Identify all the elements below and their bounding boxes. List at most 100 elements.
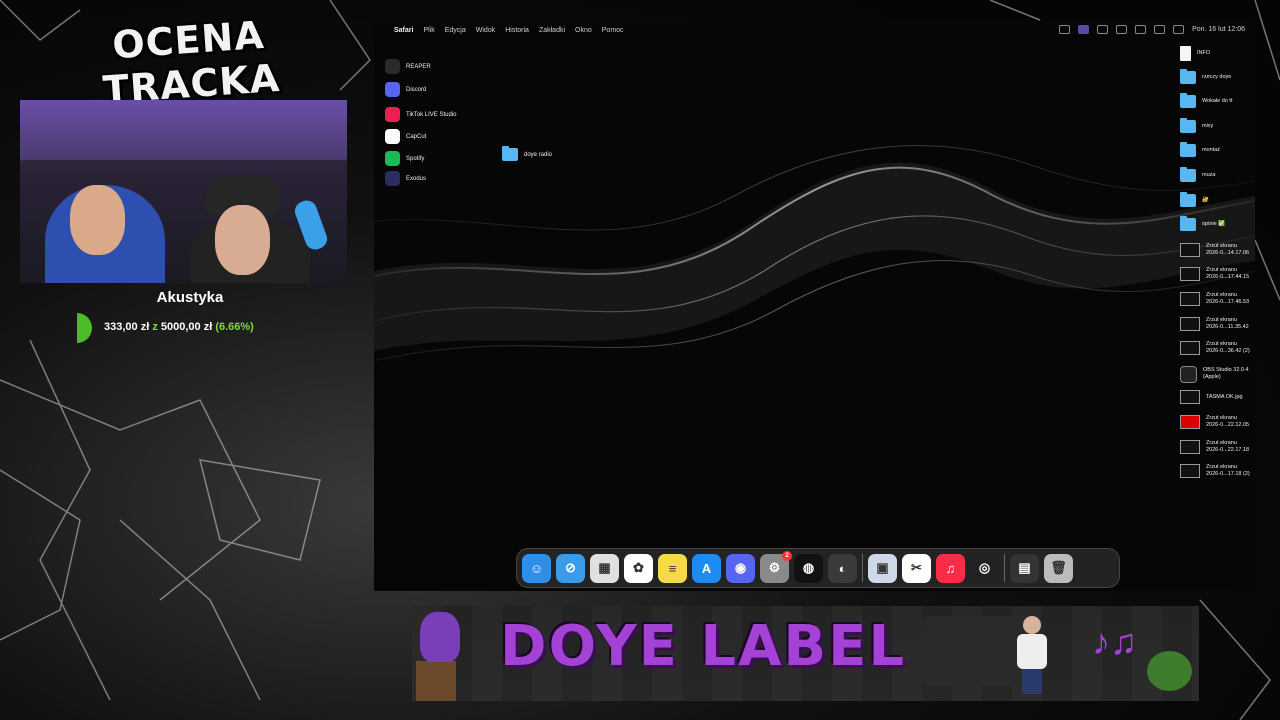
desktop-right-item[interactable]: Zrzut ekranu 2026-0...11.35.42 [1180, 316, 1249, 331]
obs-icon [1180, 365, 1197, 383]
mac-desktop-capture: Safari Plik Edycja Widok Historia Zakład… [374, 21, 1255, 591]
desktop-right-item[interactable]: 🔐 [1180, 191, 1209, 207]
desktop-item-label: Zrzut ekranu 2026-0...17.46.53 [1206, 292, 1250, 305]
banner-title: DOYE LABEL [500, 614, 907, 679]
desktop-item-label: Zrzut ekranu 2026-0...17.18 (2) [1206, 464, 1250, 478]
desktop-right-item[interactable]: Zrzut ekranu 2026-0...22.17.18 [1180, 439, 1250, 454]
desktop-app-0[interactable]: REAPER [385, 59, 431, 74]
notes-icon[interactable]: ≡ [658, 553, 687, 583]
spotify-icon [385, 151, 400, 166]
desktop-app-label: CapCut [406, 133, 427, 140]
desktop-right-item[interactable]: rzeczy doye [1180, 68, 1231, 84]
folder-icon [1180, 216, 1196, 232]
goal-target: 5000,00 zł [160, 321, 213, 333]
desktop-item-label: Wokale do tt [1202, 98, 1233, 105]
goal-separator: z [152, 321, 158, 333]
discord-icon[interactable]: ◉ [726, 553, 755, 583]
status-icon[interactable] [1059, 25, 1071, 34]
dock: ☺ ⊘ ▦ ✿ ≡ A ◉ ⚙ 2 ◍ ◐ ▣ ✂ ♫ ◎ ▤ 🗑 [516, 548, 1120, 588]
goal-percent: (6.66%) [215, 321, 254, 333]
folder-icon [1180, 142, 1196, 158]
banner-car [922, 616, 1032, 686]
desktop-item-label: Zrzut ekranu 2026-0...22.12.05 [1206, 415, 1250, 428]
menu-item-edycja[interactable]: Edycja [445, 27, 466, 34]
exodus-icon [385, 171, 400, 186]
menu-item-zakladki[interactable]: Zakładki [539, 27, 565, 34]
desktop-folder-label: doye radio [524, 151, 553, 158]
search-icon[interactable] [1154, 25, 1166, 34]
volume-icon[interactable] [1097, 25, 1109, 34]
menu-item-okno[interactable]: Okno [575, 27, 592, 34]
capcut-icon[interactable]: ✂ [902, 553, 931, 583]
menu-item-pomoc[interactable]: Pomoc [602, 27, 624, 34]
goal-current: 333,00 zł [104, 321, 150, 333]
obs-icon[interactable]: ◎ [970, 553, 999, 583]
downloads-icon[interactable]: ▤ [1010, 553, 1039, 583]
webcam-feed [20, 100, 347, 283]
desktop-right-item[interactable]: TASMA OK.jpg [1180, 390, 1243, 405]
desktop-right-item[interactable]: opinie ✅ [1180, 216, 1226, 232]
music-notes-graffiti: ♪♫ [1092, 621, 1137, 662]
preview-icon[interactable]: ▣ [868, 553, 897, 583]
desktop-right-item[interactable]: Zrzut ekranu 2026-0...36.42 (2) [1180, 341, 1250, 356]
desktop-app-3[interactable]: CapCut [385, 129, 426, 144]
person-right-head [215, 205, 270, 275]
person-left-head [70, 185, 125, 255]
desktop-right-item[interactable]: Zrzut ekranu 2026-0...17.18 (2) [1180, 464, 1250, 479]
spotify-icon[interactable]: ◍ [794, 553, 823, 583]
desktop-right-item[interactable]: OBS Studio 32.0.4 (Apple) [1180, 365, 1249, 383]
folder-icon [502, 146, 518, 161]
desktop-item-label: Zrzut ekranu 2026-0...36.42 (2) [1206, 341, 1250, 355]
safari-icon[interactable]: ⊘ [556, 553, 585, 583]
desktop-app-label: Exodus [406, 175, 427, 182]
screenshot-thumbnail [1180, 390, 1200, 405]
desktop-app-2[interactable]: TikTok LIVE Studio [385, 107, 456, 122]
banner-person [1017, 616, 1047, 696]
menu-app-name[interactable]: Safari [394, 27, 413, 34]
gengar-graffiti [420, 612, 460, 662]
desktop-right-item[interactable]: Zrzut ekranu 2026-0...22.12.05 [1180, 415, 1249, 429]
trash-icon[interactable]: 🗑 [1044, 553, 1073, 583]
notification-badge: 2 [782, 550, 792, 561]
menu-clock[interactable]: Pon. 16 lut 12:06 [1192, 26, 1245, 33]
capcut-icon [385, 129, 400, 144]
menu-item-historia[interactable]: Historia [505, 27, 529, 34]
bluetooth-icon[interactable] [1116, 25, 1128, 34]
banner-plant [1147, 651, 1192, 691]
system-settings-icon[interactable]: ⚙ 2 [760, 550, 792, 583]
desktop-right-item[interactable]: muza [1180, 167, 1215, 182]
music-icon[interactable]: ♫ [936, 553, 965, 583]
wifi-icon[interactable] [1135, 25, 1147, 34]
folder-icon [1180, 93, 1196, 109]
desktop-item-label: mixy [1202, 122, 1214, 129]
reaper-icon[interactable]: ◐ [828, 553, 857, 583]
desktop-app-5[interactable]: Exodus [385, 171, 426, 186]
folder-icon [1180, 117, 1196, 133]
screenshot-thumbnail [1180, 464, 1200, 479]
donation-goal: 333,00 zł z 5000,00 zł (6.66%) [62, 313, 380, 343]
desktop-right-item[interactable]: Wokale do tt [1180, 93, 1233, 109]
discord-icon [385, 82, 400, 97]
photos-icon[interactable]: ✿ [624, 553, 653, 583]
desktop-right-item[interactable]: Zrzut ekranu 2026-0...17.44.15 [1180, 267, 1249, 282]
desktop-right-item[interactable]: Zrzut ekranu 2026-0...14.17.06 [1180, 242, 1249, 257]
desktop-item-label: Zrzut ekranu 2026-0...22.17.18 [1206, 439, 1250, 453]
finder-icon[interactable]: ☺ [522, 553, 551, 583]
desktop-right-item[interactable]: montaż [1180, 142, 1220, 158]
folder-icon [1180, 68, 1196, 84]
control-center-icon[interactable] [1173, 25, 1185, 34]
folder-icon [1180, 167, 1196, 182]
desktop-app-4[interactable]: Spotify [385, 151, 424, 166]
menu-item-plik[interactable]: Plik [423, 27, 434, 34]
desktop-folder-doye-radio[interactable]: doye radio [502, 146, 553, 161]
desktop-item-label: opinie ✅ [1202, 221, 1226, 228]
launchpad-icon[interactable]: ▦ [590, 553, 619, 583]
desktop-right-item[interactable]: INFO [1180, 46, 1210, 61]
app-store-icon[interactable]: A [692, 553, 721, 583]
screen-record-icon[interactable] [1078, 25, 1090, 34]
desktop-right-item[interactable]: Zrzut ekranu 2026-0...17.46.53 [1180, 292, 1249, 306]
menu-item-widok[interactable]: Widok [476, 27, 495, 34]
desktop-app-1[interactable]: Discord [385, 82, 426, 97]
desktop-app-label: TikTok LIVE Studio [406, 111, 457, 118]
desktop-right-item[interactable]: mixy [1180, 117, 1214, 133]
